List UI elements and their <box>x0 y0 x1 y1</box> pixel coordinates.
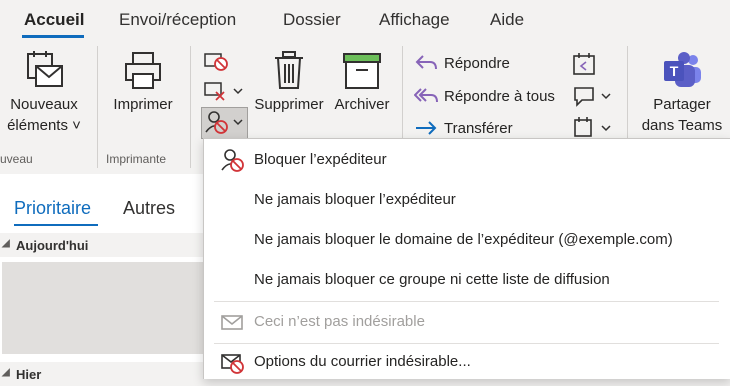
menu-item-label: Ne jamais bloquer ce groupe ni cette lis… <box>254 271 610 288</box>
meeting-reply-icon <box>573 53 595 75</box>
menu-item-label: Ceci n’est pas indésirable <box>254 313 425 330</box>
block-sender-icon <box>205 111 243 134</box>
ribbon-separator <box>190 46 191 168</box>
share-teams-button[interactable]: T Partager dans Teams <box>634 50 730 136</box>
block-sender-icon <box>220 148 244 176</box>
new-items-label-2: éléments ˅ <box>7 117 81 134</box>
reply-with-meeting-button[interactable] <box>572 52 598 81</box>
ribbon-tabs: Accueil Envoi/réception Dossier Affichag… <box>0 0 730 40</box>
reply-all-label: Répondre à tous <box>444 87 555 105</box>
menu-item-never-block-sender[interactable]: Ne jamais bloquer l’expéditeur <box>204 181 730 219</box>
menu-item-block-sender[interactable]: Bloquer l’expéditeur <box>204 141 730 179</box>
tab-autres[interactable]: Autres <box>123 198 175 219</box>
menu-item-label: Bloquer l’expéditeur <box>254 151 387 168</box>
tab-dossier[interactable]: Dossier <box>283 10 341 30</box>
share-teams-label-1: Partager <box>653 96 711 113</box>
print-button[interactable]: Imprimer <box>104 50 182 115</box>
active-tab-underline <box>22 35 84 38</box>
cleanup-icon <box>204 82 243 101</box>
reply-icon <box>415 55 437 70</box>
group-label-print: Imprimante <box>106 152 167 166</box>
teams-icon: T <box>664 52 701 87</box>
forward-button[interactable]: Transférer <box>414 118 513 138</box>
collapse-icon: ◢ <box>2 238 10 249</box>
archive-label: Archiver <box>334 96 390 113</box>
tab-aide[interactable]: Aide <box>490 10 524 30</box>
forward-label: Transférer <box>444 119 513 137</box>
archive-button[interactable]: Archiver <box>330 50 394 115</box>
im-reply-button[interactable] <box>572 84 614 113</box>
tab-envoi-reception[interactable]: Envoi/réception <box>119 10 236 30</box>
share-teams-label-2: dans Teams <box>641 117 723 134</box>
ignore-icon <box>204 53 228 71</box>
envelope-icon <box>220 310 244 338</box>
printer-icon <box>125 52 161 89</box>
print-label: Imprimer <box>113 96 173 113</box>
tab-accueil[interactable]: Accueil <box>24 10 84 30</box>
tab-affichage[interactable]: Affichage <box>379 10 450 30</box>
junk-options-icon <box>220 350 244 378</box>
collapse-icon: ◢ <box>2 367 10 378</box>
menu-item-label: Ne jamais bloquer le domaine de l’expédi… <box>254 231 673 248</box>
ignore-button[interactable] <box>203 50 229 77</box>
ribbon-separator <box>97 46 98 168</box>
pivot-underline <box>14 224 98 226</box>
reply-all-button[interactable]: Répondre à tous <box>414 86 555 106</box>
trash-icon <box>275 51 303 89</box>
new-items-label-1: Nouveaux <box>10 96 78 113</box>
group-label-new: uveau <box>0 152 33 166</box>
menu-separator <box>214 301 719 302</box>
new-items-button[interactable]: Nouveaux éléments ˅ <box>0 50 88 136</box>
reply-button[interactable]: Répondre <box>414 53 510 73</box>
reply-all-icon <box>414 88 438 103</box>
junk-dropdown-menu: Bloquer l’expéditeur Ne jamais bloquer l… <box>203 138 730 379</box>
menu-item-label: Ne jamais bloquer l’expéditeur <box>254 191 456 208</box>
group-header-yesterday[interactable]: ◢ Hier <box>0 362 203 386</box>
menu-item-never-block-domain[interactable]: Ne jamais bloquer le domaine de l’expédi… <box>204 221 730 259</box>
archive-icon <box>343 53 381 89</box>
delete-button[interactable]: Supprimer <box>248 50 330 115</box>
menu-item-junk-options[interactable]: Options du courrier indésirable... <box>204 343 730 381</box>
reply-label: Répondre <box>444 54 510 72</box>
svg-text:T: T <box>670 63 679 79</box>
tab-prioritaire[interactable]: Prioritaire <box>14 198 91 219</box>
menu-item-not-junk[interactable]: Ceci n’est pas indésirable <box>204 303 730 341</box>
selected-message-item[interactable] <box>2 262 203 354</box>
chat-reply-icon <box>574 87 611 107</box>
group-header-today-label: Aujourd'hui <box>16 238 89 253</box>
delete-label: Supprimer <box>254 96 324 113</box>
menu-item-label: Options du courrier indésirable... <box>254 353 471 370</box>
group-header-today[interactable]: ◢ Aujourd'hui <box>0 233 203 257</box>
new-mail-icon <box>27 51 63 87</box>
menu-item-never-block-group[interactable]: Ne jamais bloquer ce groupe ni cette lis… <box>204 261 730 299</box>
forward-icon <box>416 121 437 135</box>
junk-menu-button[interactable] <box>201 107 248 139</box>
cleanup-button[interactable] <box>203 80 245 107</box>
group-header-yesterday-label: Hier <box>16 367 42 382</box>
more-respond-icon <box>574 117 611 137</box>
